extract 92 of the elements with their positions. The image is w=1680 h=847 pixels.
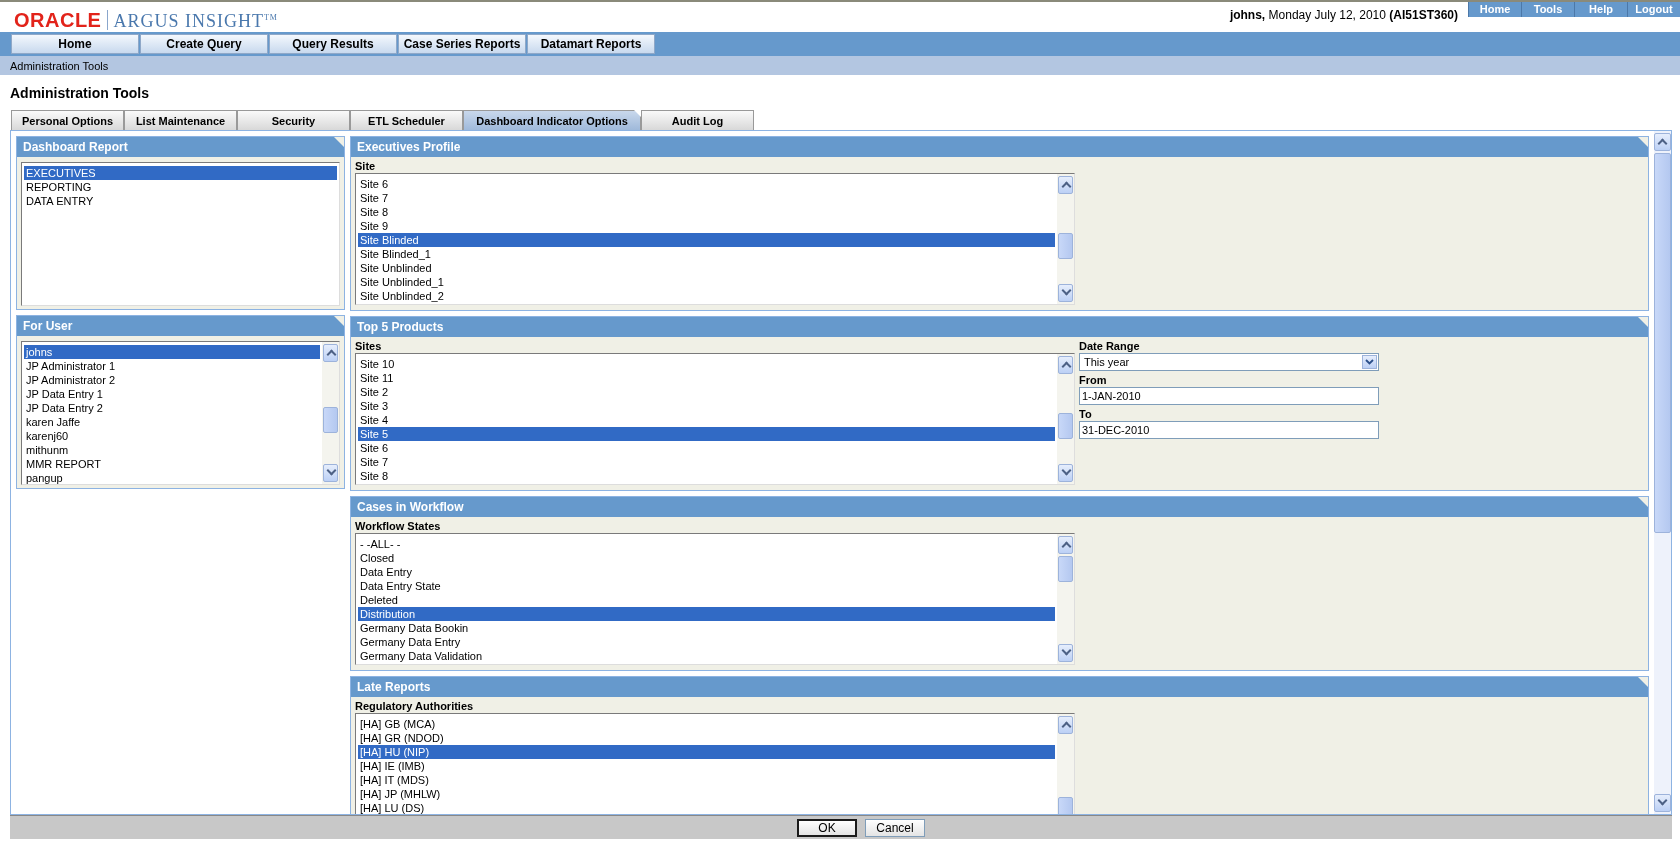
list-item[interactable]: pangup: [24, 471, 320, 485]
dialog-button[interactable]: Cancel: [865, 818, 925, 837]
list-item[interactable]: [HA] GR (NDOD): [358, 731, 1055, 745]
list-item[interactable]: Closed: [358, 551, 1055, 565]
list-item[interactable]: JP Data Entry 2: [24, 401, 320, 415]
panel-header: Executives Profile: [351, 137, 1648, 157]
product-name: ARGUS INSIGHT$^{TM}$: [113, 10, 278, 32]
panel-header: For User: [17, 316, 344, 336]
field-label: To: [1079, 407, 1093, 421]
panel-header: Dashboard Report: [17, 137, 344, 157]
list-box[interactable]: Site 6 Site 7 Site 8 Site 9 Site Blinded Site Blinded_1 Site Unblinded Site Unblinded_1 Site Unblinded_2: [355, 173, 1075, 305]
list-item[interactable]: [HA] JP (MHLW): [358, 787, 1055, 801]
scrollbar[interactable]: [1057, 354, 1074, 484]
list-item[interactable]: [HA] HU (NIP): [358, 745, 1055, 759]
date-field[interactable]: 31-DEC-2010: [1079, 421, 1379, 439]
list-item[interactable]: Site 11: [358, 371, 1055, 385]
list-item[interactable]: REPORTING: [24, 180, 337, 194]
list-item[interactable]: Site 4: [358, 413, 1055, 427]
list-item[interactable]: karen Jaffe: [24, 415, 320, 429]
list-item[interactable]: Site 9: [358, 219, 1055, 233]
list-item[interactable]: Germany Data Validation: [358, 649, 1055, 663]
list-item[interactable]: JP Administrator 1: [24, 359, 320, 373]
list-item[interactable]: Site Blinded: [358, 233, 1055, 247]
list-item[interactable]: Site 8: [358, 205, 1055, 219]
list-item[interactable]: Site Blinded_1: [358, 247, 1055, 261]
field-label: Date Range: [1079, 339, 1141, 353]
list-item[interactable]: - -ALL- -: [358, 537, 1055, 551]
list-item[interactable]: Data Entry: [358, 565, 1055, 579]
field-label: Workflow States: [355, 519, 442, 533]
list-item[interactable]: DATA ENTRY: [24, 194, 337, 208]
chevron-down-icon: [1362, 355, 1377, 369]
list-item[interactable]: Distribution: [358, 607, 1055, 621]
nav-button[interactable]: Datamart Reports: [527, 34, 655, 54]
list-item[interactable]: karenj60: [24, 429, 320, 443]
oracle-logo: ORACLE: [14, 8, 102, 31]
nav-button[interactable]: Create Query: [140, 34, 268, 54]
list-item[interactable]: Germany Data Entry: [358, 635, 1055, 649]
list-item[interactable]: [HA] IT (MDS): [358, 773, 1055, 787]
list-item[interactable]: Site Unblinded: [358, 261, 1055, 275]
user-info: johns, Monday July 12, 2010 (AI51ST360): [1229, 7, 1459, 22]
field-label: Regulatory Authorities: [355, 699, 475, 713]
list-box[interactable]: johns JP Administrator 1 JP Administrator 2 JP Data Entry 1 JP Data Entry 2 karen Jaffe karenj60 mithunm MMR REPORT pangup: [21, 341, 340, 485]
scrollbar[interactable]: [1057, 534, 1074, 664]
field-label: Site: [355, 159, 377, 173]
nav-button[interactable]: Home: [11, 34, 139, 54]
list-item[interactable]: JP Data Entry 1: [24, 387, 320, 401]
list-item[interactable]: Site Unblinded_2: [358, 289, 1055, 303]
tab[interactable]: ETL Scheduler: [350, 110, 463, 130]
tab[interactable]: Security: [237, 110, 350, 130]
list-box[interactable]: - -ALL- - Closed Data Entry Data Entry State Deleted Distribution Germany Data Bookin Germany Data Entry Germany Data Validation: [355, 533, 1075, 665]
scrollbar[interactable]: [1057, 174, 1074, 304]
tab[interactable]: Dashboard Indicator Options: [463, 110, 641, 130]
date-range-dropdown[interactable]: This year: [1079, 353, 1379, 371]
list-item[interactable]: Site 7: [358, 455, 1055, 469]
list-item[interactable]: mithunm: [24, 443, 320, 457]
tab[interactable]: Personal Options: [11, 110, 124, 130]
field-label: From: [1079, 373, 1108, 387]
list-item[interactable]: johns: [24, 345, 320, 359]
list-box[interactable]: EXECUTIVES REPORTING DATA ENTRY: [21, 162, 340, 306]
list-item[interactable]: [HA] IE (IMB): [358, 759, 1055, 773]
breadcrumb: Administration Tools: [10, 59, 109, 72]
list-item[interactable]: Site 6: [358, 177, 1055, 191]
list-item[interactable]: Site 2: [358, 385, 1055, 399]
list-item[interactable]: Site 8: [358, 469, 1055, 483]
list-item[interactable]: Site 10: [358, 357, 1055, 371]
tab[interactable]: List Maintenance: [124, 110, 237, 130]
list-item[interactable]: Site 5: [358, 427, 1055, 441]
panel-header: Late Reports: [351, 677, 1648, 697]
list-item[interactable]: Data Entry State: [358, 579, 1055, 593]
dialog-button[interactable]: OK: [797, 818, 857, 837]
field-label: Sites: [355, 339, 383, 353]
panel-header: Top 5 Products: [351, 317, 1648, 337]
panel-header: Cases in Workflow: [351, 497, 1648, 517]
nav-button[interactable]: Case Series Reports: [398, 34, 526, 54]
list-item[interactable]: Deleted: [358, 593, 1055, 607]
list-item[interactable]: Site 6: [358, 441, 1055, 455]
scrollbar[interactable]: [1654, 131, 1671, 814]
list-item[interactable]: [HA] GB (MCA): [358, 717, 1055, 731]
list-item[interactable]: Germany Data Bookin: [358, 621, 1055, 635]
tab[interactable]: Audit Log: [641, 110, 754, 130]
list-box[interactable]: Site 10 Site 11 Site 2 Site 3 Site 4 Site 5 Site 6 Site 7 Site 8: [355, 353, 1075, 485]
list-item[interactable]: JP Administrator 2: [24, 373, 320, 387]
nav-button[interactable]: Query Results: [269, 34, 397, 54]
list-item[interactable]: [HA] LU (DS): [358, 801, 1055, 814]
list-item[interactable]: MMR REPORT: [24, 457, 320, 471]
list-item[interactable]: Site 3: [358, 399, 1055, 413]
scrollbar[interactable]: [322, 342, 339, 484]
list-item[interactable]: Site Unblinded_1: [358, 275, 1055, 289]
date-field[interactable]: 1-JAN-2010: [1079, 387, 1379, 405]
list-item[interactable]: EXECUTIVES: [24, 166, 337, 180]
list-item[interactable]: Site 7: [358, 191, 1055, 205]
page-title: Administration Tools: [10, 84, 149, 101]
